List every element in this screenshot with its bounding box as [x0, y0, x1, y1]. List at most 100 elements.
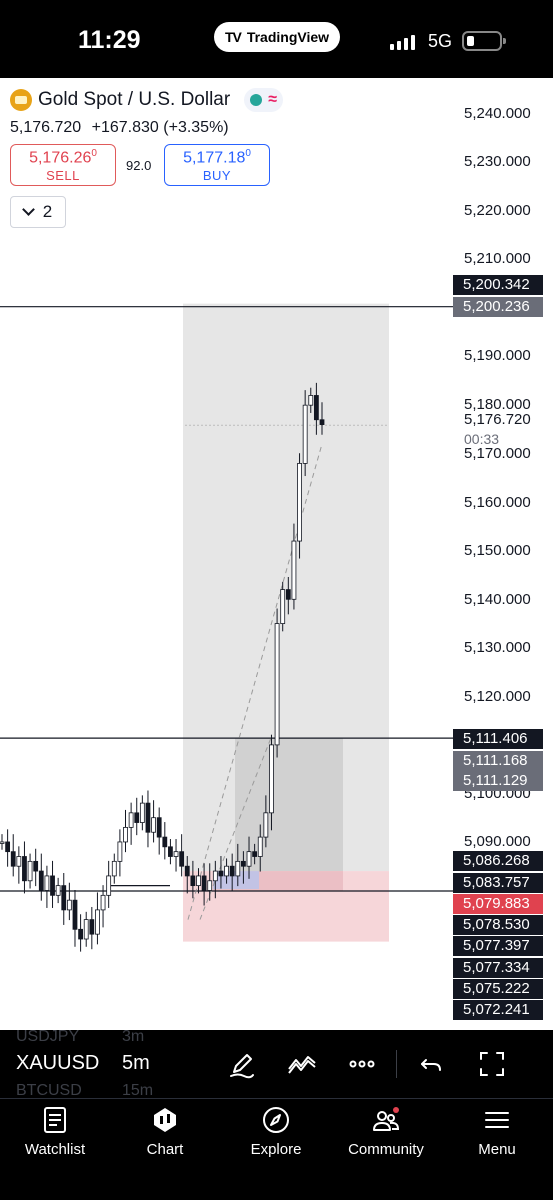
- candle-body: [218, 870, 224, 877]
- toolbar-divider: [396, 1050, 397, 1078]
- bottom-tab-bar: Watchlist Chart Explore Community Menu: [0, 1098, 553, 1200]
- axis-label: 5,090.000: [464, 833, 531, 850]
- tab-community[interactable]: Community: [331, 1105, 441, 1165]
- price-tag[interactable]: 5,200.342: [453, 275, 543, 295]
- buy-label: BUY: [202, 168, 232, 184]
- axis-label: 5,170.000: [464, 445, 531, 462]
- candle-body: [66, 899, 72, 911]
- interval-selector[interactable]: 5m: [122, 1052, 150, 1075]
- candle-body: [313, 395, 319, 421]
- spread-value: 92.0: [126, 158, 152, 173]
- price-summary: 5,176.720 +167.830 (+3.35%): [10, 119, 229, 137]
- candle-body: [95, 909, 100, 935]
- ghost-symbol: BTCUSD: [16, 1082, 82, 1098]
- symbol-header[interactable]: Gold Spot / U.S. Dollar ≈: [10, 88, 283, 112]
- indicators-collapse-button[interactable]: 2: [10, 196, 66, 228]
- candle-body: [22, 856, 27, 882]
- candle-body: [162, 836, 168, 848]
- chevron-down-icon: [21, 203, 35, 216]
- status-bar: 11:29 TV TradingView 5G: [0, 0, 553, 78]
- status-badge[interactable]: ≈: [244, 88, 283, 112]
- candle-body: [44, 875, 50, 891]
- axis-label: 5,150.000: [464, 542, 531, 559]
- fullscreen-icon[interactable]: [476, 1048, 508, 1080]
- candle-body: [319, 419, 325, 425]
- axis-label: 5,210.000: [464, 250, 531, 267]
- gold-logo-icon: [10, 89, 32, 111]
- compass-icon: [263, 1107, 289, 1133]
- bar-countdown: 00:33: [464, 431, 500, 447]
- axis-label: 5,140.000: [464, 591, 531, 608]
- price-tag[interactable]: 5,077.397: [453, 936, 543, 956]
- trend-icon[interactable]: [286, 1048, 318, 1080]
- candle-body: [302, 404, 308, 464]
- last-price: 5,176.720: [10, 119, 82, 136]
- tab-explore[interactable]: Explore: [221, 1105, 331, 1165]
- candle-body: [229, 865, 235, 877]
- candle-body: [72, 899, 78, 930]
- candle-body: [252, 851, 258, 857]
- candle-body: [128, 812, 134, 828]
- price-tag[interactable]: 5,075.222: [453, 979, 543, 999]
- candle-body: [184, 865, 190, 877]
- axis-label: 5,190.000: [464, 347, 531, 364]
- price-tag[interactable]: 5,086.268: [453, 851, 543, 871]
- candle-body: [111, 860, 117, 877]
- price-tag[interactable]: 5,111.129: [453, 771, 543, 791]
- sell-price: 5,176.260: [29, 148, 97, 167]
- candle-body: [139, 802, 145, 823]
- sell-button[interactable]: 5,176.260 SELL: [10, 144, 116, 186]
- price-tag[interactable]: 5,200.236: [453, 297, 543, 317]
- market-open-dot-icon: [250, 94, 263, 106]
- indicator-count: 2: [42, 202, 53, 221]
- candle-body: [151, 817, 156, 833]
- tab-watchlist[interactable]: Watchlist: [0, 1105, 110, 1165]
- price-tag[interactable]: 5,072.241: [453, 1000, 543, 1020]
- candle-body: [291, 540, 297, 600]
- app-pill[interactable]: TV TradingView: [214, 22, 340, 52]
- candle-body: [207, 880, 213, 891]
- price-tag[interactable]: 5,077.334: [453, 958, 543, 978]
- axis-label: 5,130.000: [464, 639, 531, 656]
- pencil-icon[interactable]: [226, 1048, 258, 1080]
- signal-icon: [390, 34, 416, 50]
- ghost-interval: 15m: [122, 1082, 154, 1098]
- candle-body: [5, 841, 11, 853]
- battery-icon: [462, 31, 506, 51]
- candle-body: [196, 875, 201, 887]
- candle-body: [100, 894, 106, 911]
- price-tag[interactable]: 5,111.406: [453, 729, 543, 749]
- app-pill-label: TradingView: [246, 29, 330, 45]
- candle-body: [0, 841, 5, 844]
- candle-body: [179, 851, 185, 867]
- tradingview-logo-icon: TV: [224, 29, 242, 45]
- symbol-selector[interactable]: XAUUSD: [16, 1052, 99, 1075]
- candle-body: [83, 919, 89, 940]
- ghost-symbol: USDJPY: [16, 1030, 80, 1045]
- candle-body: [78, 928, 83, 940]
- chart-icon: [154, 1108, 176, 1132]
- candle-body: [280, 589, 286, 624]
- status-time: 11:29: [78, 26, 141, 54]
- tab-chart[interactable]: Chart: [110, 1105, 220, 1165]
- price-tag[interactable]: 5,083.757: [453, 873, 543, 893]
- candle-body: [16, 856, 22, 867]
- price-tag[interactable]: 5,111.168: [453, 751, 543, 771]
- candle-body: [224, 865, 229, 877]
- more-icon[interactable]: [346, 1048, 378, 1080]
- undo-icon[interactable]: [416, 1048, 448, 1080]
- price-tag[interactable]: 5,078.530: [453, 915, 543, 935]
- menu-icon: [485, 1112, 509, 1128]
- candle-body: [274, 623, 280, 746]
- tab-label: Watchlist: [24, 1141, 86, 1158]
- candle-body: [246, 851, 252, 867]
- candle-body: [190, 875, 196, 887]
- community-icon: [373, 1107, 400, 1131]
- price-tag[interactable]: 5,079.883: [453, 894, 543, 914]
- tab-label: Chart: [146, 1141, 184, 1158]
- buy-button[interactable]: 5,177.180 BUY: [164, 144, 270, 186]
- tab-menu[interactable]: Menu: [442, 1105, 552, 1165]
- candle-body: [106, 875, 112, 896]
- candle-body: [285, 589, 291, 600]
- chart-area[interactable]: Gold Spot / U.S. Dollar ≈ 5,176.720 +167…: [0, 78, 553, 1030]
